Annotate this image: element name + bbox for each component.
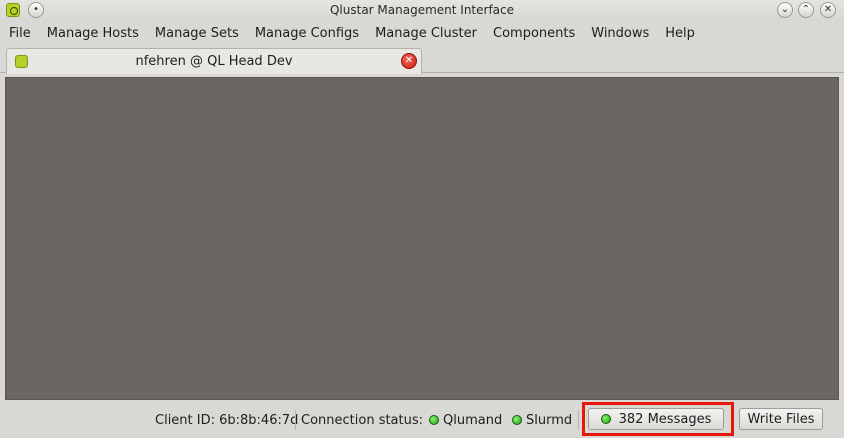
chevron-up-icon: ⌃ <box>801 4 811 15</box>
title-bar: • Qlustar Management Interface ⌄ ⌃ ✕ <box>0 0 844 21</box>
menu-bar: File Manage Hosts Manage Sets Manage Con… <box>0 22 844 44</box>
menu-windows[interactable]: Windows <box>583 26 657 41</box>
main-workspace[interactable] <box>5 77 839 400</box>
slurmd-status-label: Slurmd <box>526 413 573 428</box>
close-window-button[interactable]: ✕ <box>820 2 836 18</box>
slurmd-status-led-icon <box>512 415 522 425</box>
minimize-button[interactable]: ⌄ <box>777 2 793 18</box>
status-separator <box>295 410 296 430</box>
maximize-button[interactable]: ⌃ <box>798 2 814 18</box>
chevron-down-icon: ⌄ <box>780 4 790 15</box>
status-separator <box>578 410 579 430</box>
client-id: Client ID: 6b:8b:46:7d <box>155 413 299 428</box>
qlustar-logo-icon <box>15 55 28 68</box>
menu-manage-sets[interactable]: Manage Sets <box>147 26 247 41</box>
qlumand-status-led-icon <box>429 415 439 425</box>
connection-status-label: Connection status: <box>301 413 424 428</box>
window-title: Qlustar Management Interface <box>329 3 515 17</box>
messages-button-label: 382 Messages <box>618 411 712 427</box>
menu-manage-configs[interactable]: Manage Configs <box>247 26 367 41</box>
menu-components[interactable]: Components <box>485 26 583 41</box>
close-circle-icon[interactable]: ✕ <box>401 53 417 69</box>
status-bar: Client ID: 6b:8b:46:7d Connection status… <box>0 402 844 438</box>
menu-file[interactable]: File <box>0 26 39 41</box>
qlumand-status-label: Qlumand <box>443 413 503 428</box>
tab-connection[interactable]: nfehren @ QL Head Dev ✕ <box>6 48 422 74</box>
write-files-button[interactable]: Write Files <box>739 408 823 430</box>
messages-button[interactable]: 382 Messages <box>588 408 724 430</box>
menu-manage-hosts[interactable]: Manage Hosts <box>39 26 147 41</box>
tab-bar: nfehren @ QL Head Dev ✕ <box>0 46 844 74</box>
menu-manage-cluster[interactable]: Manage Cluster <box>367 26 485 41</box>
menu-help[interactable]: Help <box>657 26 703 41</box>
messages-status-led-icon <box>600 414 611 424</box>
tab-label: nfehren @ QL Head Dev <box>135 54 293 69</box>
close-x-icon: ✕ <box>823 4 833 15</box>
